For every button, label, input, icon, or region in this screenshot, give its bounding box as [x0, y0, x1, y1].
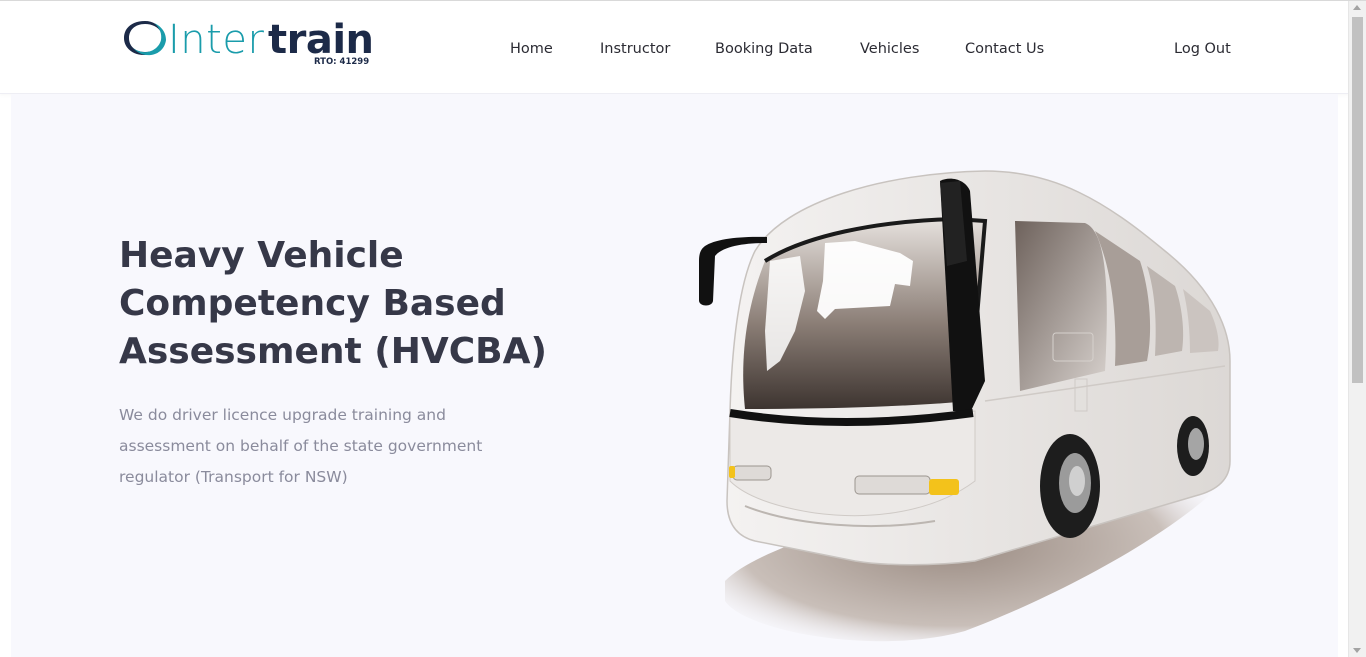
scroll-down-icon[interactable]: [1353, 648, 1361, 653]
page: Inter train RTO: 41299 Home Instructor B…: [0, 1, 1349, 657]
brand-logo[interactable]: Inter train RTO: 41299: [121, 16, 374, 71]
logout-link[interactable]: Log Out: [1174, 39, 1231, 59]
hero-title: Heavy Vehicle Competency Based Assessmen…: [119, 235, 547, 372]
brand-name-inter: Inter: [168, 17, 265, 63]
swoosh-circle-icon: [124, 21, 166, 56]
scroll-up-icon[interactable]: [1353, 5, 1361, 10]
vertical-scrollbar[interactable]: [1348, 1, 1366, 657]
brand-rto-number: RTO: 41299: [314, 57, 370, 67]
scrollbar-thumb[interactable]: [1352, 17, 1363, 383]
nav-vehicles[interactable]: Vehicles: [860, 39, 919, 59]
nav-contact-us[interactable]: Contact Us: [965, 39, 1044, 59]
nav-booking-data[interactable]: Booking Data: [715, 39, 813, 59]
hero-description: We do driver licence upgrade training an…: [119, 406, 483, 486]
nav-home[interactable]: Home: [510, 39, 553, 59]
coach-bus-illustration: [699, 170, 1231, 642]
navbar: Inter train RTO: 41299 Home Instructor B…: [0, 1, 1349, 94]
nav-instructor[interactable]: Instructor: [600, 39, 670, 59]
